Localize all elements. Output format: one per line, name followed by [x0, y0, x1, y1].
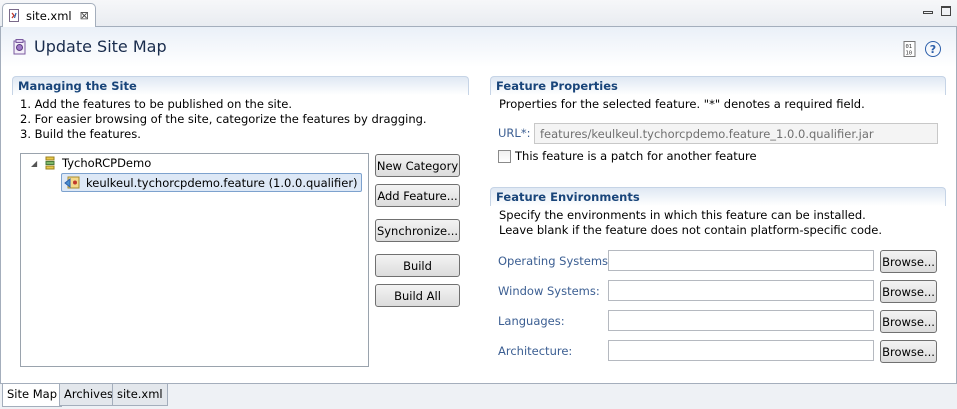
svg-text:01: 01 [906, 44, 913, 50]
feature-properties-title: Feature Properties [496, 79, 618, 93]
synchronize-button[interactable]: Synchronize... [375, 219, 460, 242]
feature-properties-description: Properties for the selected feature. "*"… [499, 97, 865, 111]
architecture-field[interactable] [608, 340, 874, 361]
tree-feature-label: keulkeul.tychorcpdemo.feature (1.0.0.qua… [86, 175, 358, 190]
patch-checkbox[interactable] [498, 150, 511, 163]
environments-description-2: Leave blank if the feature does not cont… [499, 223, 883, 237]
maximize-icon[interactable] [941, 6, 951, 16]
tree-expand-icon[interactable]: ◢ [31, 159, 39, 168]
close-icon[interactable]: ⊠ [80, 9, 89, 22]
editor-tab-title: site.xml [26, 8, 72, 23]
architecture-browse-button[interactable]: Browse... [880, 340, 937, 363]
instruction-2: 2. For easier browsing of the site, cate… [20, 112, 427, 126]
url-label: URL*: [498, 126, 531, 140]
site-map-editor: Update Site Map 01 10 ? Managing the Site… [0, 27, 957, 383]
url-field [534, 123, 938, 144]
xml-file-icon [8, 9, 21, 22]
new-category-button[interactable]: New Category [375, 154, 460, 177]
operating-systems-field[interactable] [608, 250, 874, 271]
minimize-icon[interactable] [923, 10, 933, 14]
feature-environments-title: Feature Environments [496, 190, 640, 204]
languages-browse-button[interactable]: Browse... [880, 310, 937, 333]
managing-section-title: Managing the Site [18, 79, 137, 93]
svg-text:10: 10 [906, 51, 913, 57]
window-systems-field[interactable] [608, 280, 874, 301]
tab-site-xml[interactable]: site.xml [112, 384, 168, 406]
update-site-icon [13, 39, 27, 55]
form-header: Update Site Map 01 10 ? [1, 27, 956, 67]
feature-icon [64, 175, 81, 190]
patch-checkbox-label: This feature is a patch for another feat… [515, 149, 757, 163]
category-icon [45, 156, 55, 170]
operating-systems-label: Operating Systems: [498, 254, 612, 268]
help-icon[interactable]: ? [925, 41, 941, 57]
window-systems-browse-button[interactable]: Browse... [880, 280, 937, 303]
architecture-label: Architecture: [498, 344, 573, 358]
editor-tab-bar: site.xml ⊠ [0, 0, 957, 27]
window-systems-label: Window Systems: [498, 284, 600, 298]
tab-archives[interactable]: Archives [59, 384, 119, 406]
page-title: Update Site Map [34, 37, 167, 56]
environments-description-1: Specify the environments in which this f… [499, 208, 866, 222]
tree-category-row[interactable]: ◢ TychoRCPDemo [31, 156, 151, 170]
build-all-button[interactable]: Build All [375, 284, 460, 307]
build-button[interactable]: Build [375, 254, 460, 277]
tree-category-label: TychoRCPDemo [62, 156, 152, 170]
add-feature-button[interactable]: Add Feature... [375, 184, 460, 207]
tree-feature-row[interactable]: keulkeul.tychorcpdemo.feature (1.0.0.qua… [61, 173, 362, 192]
instruction-3: 3. Build the features. [20, 127, 141, 141]
instruction-1: 1. Add the features to be published on t… [20, 97, 292, 111]
languages-field[interactable] [608, 310, 874, 331]
page-tab-bar: Site Map Archives site.xml [0, 383, 957, 409]
languages-label: Languages: [498, 314, 565, 328]
operating-systems-browse-button[interactable]: Browse... [880, 250, 937, 273]
editor-tab-site-xml[interactable]: site.xml ⊠ [2, 3, 96, 27]
site-feature-tree[interactable]: ◢ TychoRCPDemo keulkeul.tychorcpdemo.fea… [20, 153, 369, 367]
tab-site-map[interactable]: Site Map [2, 384, 63, 407]
binary-icon[interactable]: 01 10 [902, 41, 918, 57]
